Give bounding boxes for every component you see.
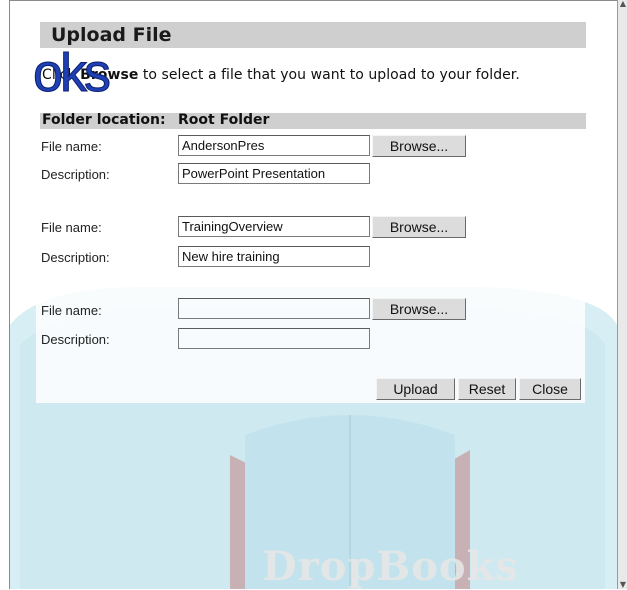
close-button[interactable]: Close: [519, 378, 581, 400]
dropbooks-watermark-text: DropBooks: [262, 543, 519, 590]
description-label-1: Description:: [41, 167, 110, 182]
instruction-post: to select a file that you want to upload…: [138, 67, 520, 83]
overlay-logo-text: oks: [32, 43, 111, 103]
file-name-label-3: File name:: [41, 303, 102, 318]
reset-button[interactable]: Reset: [458, 378, 516, 400]
file-name-label-1: File name:: [41, 139, 102, 154]
scroll-down-arrow-icon[interactable]: ▼: [619, 581, 627, 589]
file-name-field-3[interactable]: [178, 298, 370, 319]
folder-location-label: Folder location:: [42, 112, 166, 128]
upload-button[interactable]: Upload: [376, 378, 455, 400]
instruction-text: Click Browse to select a file that you w…: [42, 67, 520, 83]
browse-button-2[interactable]: Browse...: [372, 216, 466, 238]
file-name-field-1[interactable]: AndersonPres: [178, 135, 370, 156]
scroll-up-arrow-icon[interactable]: ▲: [619, 0, 627, 8]
browse-button-1[interactable]: Browse...: [372, 135, 466, 157]
folder-location-bar: Folder location: Root Folder: [40, 112, 586, 129]
browse-button-3[interactable]: Browse...: [372, 298, 466, 320]
description-field-1[interactable]: PowerPoint Presentation: [178, 163, 370, 184]
vertical-scrollbar[interactable]: ▲ ▼: [617, 0, 627, 589]
description-field-3[interactable]: [178, 328, 370, 349]
file-name-field-2[interactable]: TrainingOverview: [178, 216, 370, 237]
file-name-label-2: File name:: [41, 220, 102, 235]
folder-location-value: Root Folder: [178, 112, 270, 128]
description-label-3: Description:: [41, 332, 110, 347]
frame-top-border: [9, 0, 617, 1]
description-field-2[interactable]: New hire training: [178, 246, 370, 267]
description-label-2: Description:: [41, 250, 110, 265]
dialog-title-bar: Upload File: [40, 22, 586, 48]
